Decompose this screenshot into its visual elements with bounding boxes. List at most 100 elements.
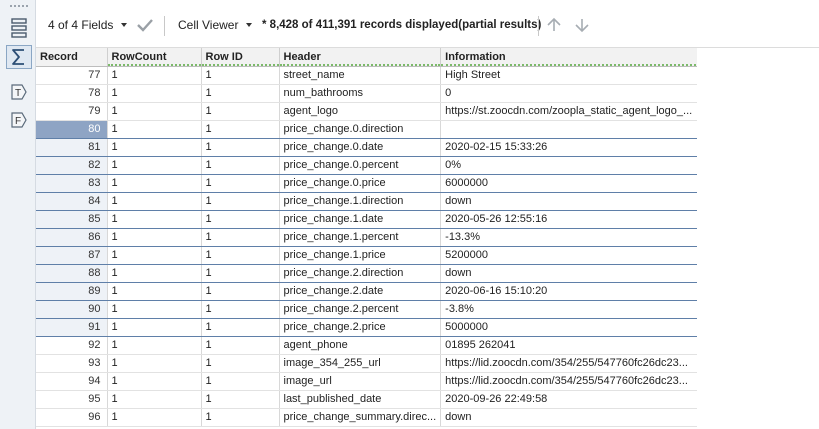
header-cell[interactable]: price_change.0.percent — [279, 155, 442, 175]
header-cell[interactable]: price_change.1.price — [279, 245, 442, 265]
rowcount-cell[interactable]: 1 — [107, 173, 202, 193]
rowid-cell[interactable]: 1 — [201, 317, 280, 337]
rowid-cell[interactable]: 1 — [201, 119, 280, 139]
table-row[interactable]: 78 1 1 num_bathrooms 0 — [36, 84, 702, 103]
record-number-cell[interactable]: 88 — [36, 263, 108, 283]
record-number-cell[interactable]: 85 — [36, 209, 108, 229]
table-row[interactable]: 81 1 1 price_change.0.date 2020-02-15 15:33:… — [36, 137, 702, 157]
header-cell[interactable]: agent_phone — [279, 336, 442, 355]
information-cell[interactable]: 2020-09-26 22:49:58 — [440, 390, 702, 409]
formula-type-icon[interactable]: F — [6, 108, 32, 132]
rowcount-cell[interactable]: 1 — [107, 245, 202, 265]
table-row[interactable]: 86 1 1 price_change.1.percent -13.3% — [36, 227, 702, 247]
header-cell[interactable]: num_bathrooms — [279, 84, 442, 103]
rail-grip[interactable] — [10, 5, 28, 9]
information-cell[interactable]: 6000000 — [440, 173, 702, 193]
column-header-record[interactable]: Record — [36, 48, 108, 67]
rowid-cell[interactable]: 1 — [201, 66, 280, 85]
rowcount-cell[interactable]: 1 — [107, 119, 202, 139]
rowid-cell[interactable]: 1 — [201, 390, 280, 409]
rowcount-cell[interactable]: 1 — [107, 227, 202, 247]
cell-viewer-dropdown[interactable]: Cell Viewer — [178, 14, 253, 36]
rowcount-cell[interactable]: 1 — [107, 137, 202, 157]
record-number-cell[interactable]: 96 — [36, 408, 108, 427]
header-cell[interactable]: price_change.2.percent — [279, 299, 442, 319]
record-number-cell[interactable]: 93 — [36, 354, 108, 373]
record-number-cell[interactable]: 89 — [36, 281, 108, 301]
rowid-cell[interactable]: 1 — [201, 299, 280, 319]
text-type-icon[interactable]: T — [6, 80, 32, 104]
table-view-icon[interactable] — [6, 16, 32, 40]
summarize-icon[interactable] — [6, 45, 32, 69]
information-cell[interactable]: 01895 262041 — [440, 336, 702, 355]
rowid-cell[interactable]: 1 — [201, 354, 280, 373]
header-cell[interactable]: price_change.2.price — [279, 317, 442, 337]
apply-checkmark-button[interactable] — [136, 14, 154, 36]
rowid-cell[interactable]: 1 — [201, 336, 280, 355]
information-cell[interactable]: 5200000 — [440, 245, 702, 265]
information-cell[interactable] — [440, 119, 702, 139]
rowcount-cell[interactable]: 1 — [107, 299, 202, 319]
header-cell[interactable]: image_354_255_url — [279, 354, 442, 373]
table-row[interactable]: 84 1 1 price_change.1.direction down — [36, 191, 702, 211]
next-record-button[interactable] — [574, 14, 590, 36]
column-header-information[interactable]: Information — [440, 48, 702, 67]
rowid-cell[interactable]: 1 — [201, 372, 280, 391]
column-header-header[interactable]: Header — [279, 48, 442, 67]
rowcount-cell[interactable]: 1 — [107, 390, 202, 409]
record-number-cell[interactable]: 90 — [36, 299, 108, 319]
record-number-cell[interactable]: 91 — [36, 317, 108, 337]
record-number-cell[interactable]: 87 — [36, 245, 108, 265]
column-header-rowcount[interactable]: RowCount — [107, 48, 202, 67]
table-row[interactable]: 92 1 1 agent_phone 01895 262041 — [36, 336, 702, 355]
rowid-cell[interactable]: 1 — [201, 191, 280, 211]
header-cell[interactable]: price_change.0.price — [279, 173, 442, 193]
record-number-cell[interactable]: 80 — [36, 119, 108, 139]
information-cell[interactable]: down — [440, 191, 702, 211]
table-row[interactable]: 87 1 1 price_change.1.price 5200000 — [36, 245, 702, 265]
rowcount-cell[interactable]: 1 — [107, 408, 202, 427]
rowid-cell[interactable]: 1 — [201, 209, 280, 229]
header-cell[interactable]: price_change_summary.direc... — [279, 408, 442, 427]
information-cell[interactable]: https://lid.zoocdn.com/354/255/547760fc2… — [440, 354, 702, 373]
rowid-cell[interactable]: 1 — [201, 84, 280, 103]
record-number-cell[interactable]: 84 — [36, 191, 108, 211]
rowcount-cell[interactable]: 1 — [107, 155, 202, 175]
rowcount-cell[interactable]: 1 — [107, 263, 202, 283]
information-cell[interactable]: High Street — [440, 66, 702, 85]
rowid-cell[interactable]: 1 — [201, 245, 280, 265]
previous-record-button[interactable] — [546, 14, 562, 36]
table-row[interactable]: 96 1 1 price_change_summary.direc... down — [36, 408, 702, 427]
header-cell[interactable]: agent_logo — [279, 102, 442, 121]
column-header-rowid[interactable]: Row ID — [201, 48, 280, 67]
rowcount-cell[interactable]: 1 — [107, 84, 202, 103]
rowid-cell[interactable]: 1 — [201, 227, 280, 247]
table-row[interactable]: 91 1 1 price_change.2.price 5000000 — [36, 317, 702, 337]
rowid-cell[interactable]: 1 — [201, 173, 280, 193]
record-number-cell[interactable]: 78 — [36, 84, 108, 103]
table-row[interactable]: 79 1 1 agent_logo https://st.zoocdn.com/zoop… — [36, 102, 702, 121]
rowcount-cell[interactable]: 1 — [107, 336, 202, 355]
table-row[interactable]: 85 1 1 price_change.1.date 2020-05-26 12:55:… — [36, 209, 702, 229]
header-cell[interactable]: price_change.0.direction — [279, 119, 442, 139]
record-number-cell[interactable]: 95 — [36, 390, 108, 409]
information-cell[interactable]: https://lid.zoocdn.com/354/255/547760fc2… — [440, 372, 702, 391]
header-cell[interactable]: price_change.1.date — [279, 209, 442, 229]
rowid-cell[interactable]: 1 — [201, 263, 280, 283]
table-row[interactable]: 89 1 1 price_change.2.date 2020-06-16 15:10:… — [36, 281, 702, 301]
information-cell[interactable]: 2020-02-15 15:33:26 — [440, 137, 702, 157]
information-cell[interactable]: down — [440, 263, 702, 283]
record-number-cell[interactable]: 86 — [36, 227, 108, 247]
table-row[interactable]: 88 1 1 price_change.2.direction down — [36, 263, 702, 283]
table-row[interactable]: 90 1 1 price_change.2.percent -3.8% — [36, 299, 702, 319]
record-number-cell[interactable]: 83 — [36, 173, 108, 193]
rowcount-cell[interactable]: 1 — [107, 191, 202, 211]
information-cell[interactable]: -3.8% — [440, 299, 702, 319]
record-number-cell[interactable]: 82 — [36, 155, 108, 175]
table-row[interactable]: 93 1 1 image_354_255_url https://lid.zoocdn.… — [36, 354, 702, 373]
rowid-cell[interactable]: 1 — [201, 137, 280, 157]
rowcount-cell[interactable]: 1 — [107, 209, 202, 229]
information-cell[interactable]: 0% — [440, 155, 702, 175]
rowcount-cell[interactable]: 1 — [107, 66, 202, 85]
header-cell[interactable]: street_name — [279, 66, 442, 85]
